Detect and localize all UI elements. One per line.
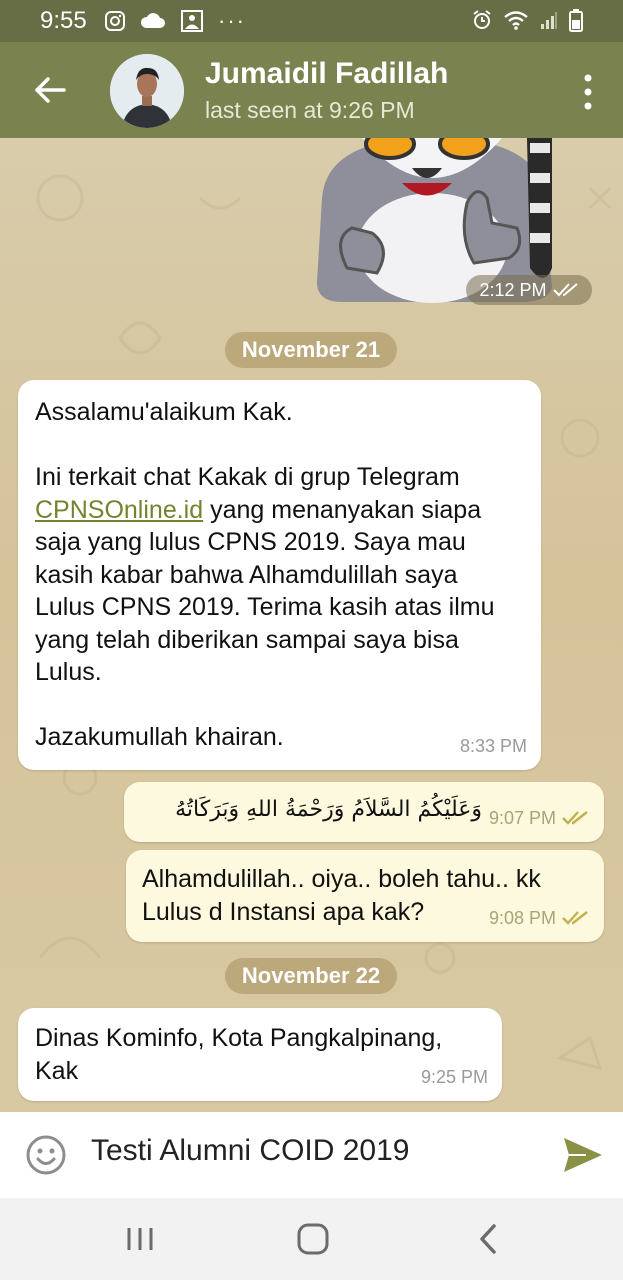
photo-icon: [181, 10, 203, 32]
message-input[interactable]: Testi Alumni COID 2019: [91, 1134, 409, 1168]
nav-back-icon[interactable]: [470, 1222, 506, 1256]
home-icon[interactable]: [295, 1222, 331, 1256]
message-time: 9:07 PM: [488, 807, 556, 828]
status-time: 9:55: [40, 7, 87, 34]
last-seen-status: last seen at 9:26 PM: [205, 97, 415, 123]
more-dots-icon: ···: [218, 8, 246, 33]
double-check-icon: [562, 910, 588, 925]
avatar[interactable]: [110, 54, 184, 128]
message-text-intro: Ini terkait chat Kakak di grup Telegram: [35, 463, 460, 491]
message-text-body: Ini terkait chat Kakak di grup Telegram …: [35, 461, 523, 689]
chat-header: Jumaidil Fadillah last seen at 9:26 PM: [0, 42, 623, 138]
double-check-icon: [552, 283, 578, 297]
incoming-message[interactable]: Dinas Kominfo, Kota Pangkalpinang, Kak 9…: [18, 1008, 502, 1101]
message-meta: 9:25 PM: [421, 1061, 488, 1094]
message-time: 9:25 PM: [420, 1066, 488, 1087]
message-text-closing: Jazakumullah khairan.: [35, 723, 284, 751]
incoming-message[interactable]: Assalamu'alaikum Kak. Ini terkait chat K…: [18, 380, 541, 770]
signal-icon: [541, 12, 557, 29]
send-icon[interactable]: [562, 1136, 604, 1174]
outgoing-message[interactable]: Alhamdulillah.. oiya.. boleh tahu.. kk L…: [126, 850, 604, 942]
emoji-icon[interactable]: [25, 1134, 67, 1176]
battery-icon: [569, 9, 583, 32]
sticker-timestamp: 2:12 PM: [466, 275, 592, 305]
recent-apps-icon[interactable]: [122, 1222, 158, 1256]
more-vert-icon[interactable]: [583, 72, 593, 112]
date-divider: November 21: [225, 332, 397, 368]
sticker-time-text: 2:12 PM: [479, 279, 547, 300]
alarm-icon: [473, 10, 491, 29]
message-text-rest: yang menanyakan siapa saja yang lulus CP…: [35, 495, 502, 687]
message-text-greeting: Assalamu'alaikum Kak.: [35, 398, 293, 426]
date-divider: November 22: [225, 958, 397, 994]
date-divider-text: November 22: [241, 963, 381, 988]
message-meta: 9:07 PM: [489, 802, 590, 835]
message-time: 9:08 PM: [488, 907, 556, 928]
cloud-icon: [140, 13, 165, 28]
chat-area[interactable]: 2:12 PM November 21 Assalamu'alaikum Kak…: [0, 138, 623, 1112]
message-meta: 8:33 PM: [460, 730, 527, 763]
wifi-icon: [504, 11, 528, 30]
message-time: 8:33 PM: [459, 735, 527, 756]
back-arrow-icon[interactable]: [30, 70, 70, 110]
instagram-icon: [105, 11, 125, 31]
system-navigation-bar: [0, 1198, 623, 1280]
date-divider-text: November 21: [241, 337, 381, 362]
message-composer: Testi Alumni COID 2019: [0, 1112, 623, 1198]
status-bar: 9:55 ···: [0, 0, 623, 42]
double-check-icon: [562, 810, 588, 825]
message-meta: 9:08 PM: [489, 902, 590, 935]
contact-name: Jumaidil Fadillah: [205, 57, 449, 90]
outgoing-message[interactable]: وَعَلَيْكُمُ السَّلاَمُ وَرَحْمَةُ اللهِ…: [124, 782, 604, 842]
message-link[interactable]: CPNSOnline.id: [35, 496, 203, 524]
message-text-arabic: وَعَلَيْكُمُ السَّلاَمُ وَرَحْمَةُ اللهِ…: [175, 797, 482, 822]
